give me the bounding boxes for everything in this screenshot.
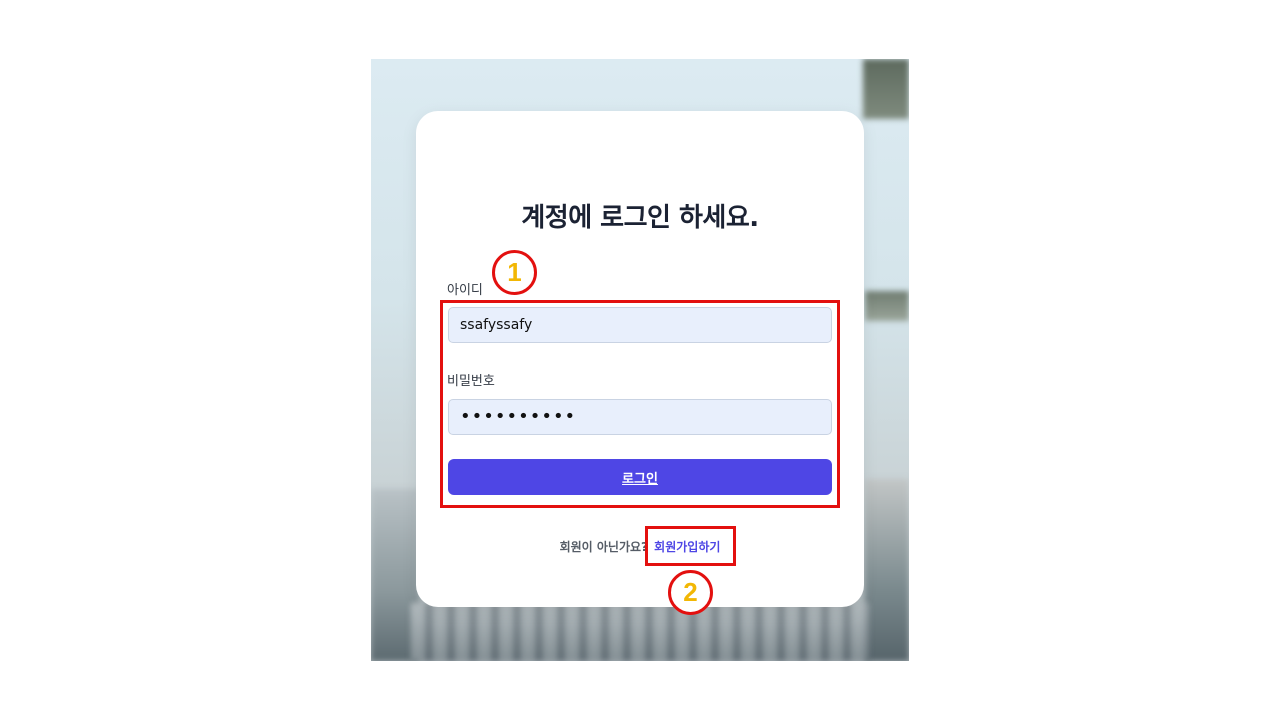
annotation-box-signup-link [645, 526, 736, 566]
annotation-marker-1: 1 [492, 250, 537, 295]
building-silhouette [863, 59, 909, 119]
annotation-box-login-form [440, 300, 840, 508]
signup-row: 회원이 아닌가요? 회원가입하기 [416, 538, 864, 555]
building-silhouette [865, 479, 909, 661]
page-title: 계정에 로그인 하세요. [521, 203, 759, 233]
building-windows [411, 603, 869, 661]
id-label: 아이디 [447, 283, 483, 298]
signup-prompt: 회원이 아닌가요? [559, 540, 648, 554]
building-silhouette [865, 291, 909, 321]
annotation-marker-2: 2 [668, 570, 713, 615]
